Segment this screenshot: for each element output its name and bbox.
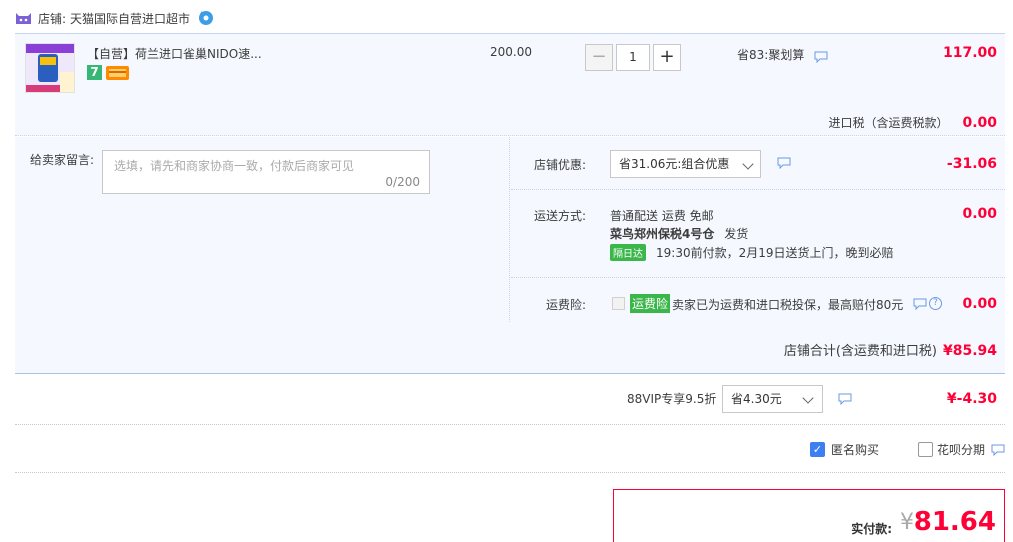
anonymous-option[interactable]: ✓ 匿名购买 bbox=[810, 441, 879, 458]
delivery-eta: 19:30前付款，2月19日送货上门，晚到必赔 bbox=[656, 246, 894, 260]
promotion-text: 省83:聚划算 bbox=[737, 48, 805, 62]
unit-price: 200.00 bbox=[490, 45, 532, 59]
shop-discount-value: -31.06 bbox=[946, 156, 997, 172]
huabei-label: 花呗分期 bbox=[937, 443, 986, 457]
insurance-checkbox bbox=[612, 297, 625, 310]
divider bbox=[511, 189, 1005, 190]
shipping-value: 0.00 bbox=[962, 206, 997, 222]
shop-total-row: 店铺合计(含运费和进口税) ¥85.94 bbox=[15, 322, 1005, 374]
shop-label: 店铺: bbox=[38, 11, 67, 26]
comment-icon[interactable] bbox=[913, 298, 927, 310]
warehouse-name: 菜鸟郑州保税4号仓 bbox=[610, 227, 715, 241]
quantity-input[interactable]: 1 bbox=[616, 44, 650, 71]
chevron-down-icon bbox=[802, 392, 814, 404]
order-options: 给卖家留言: 选填，请先和商家协商一致，付款后商家可见 0/200 店铺优惠: … bbox=[15, 137, 1005, 322]
payment-label: 实付款: bbox=[851, 522, 892, 536]
remark-placeholder: 选填，请先和商家协商一致，付款后商家可见 bbox=[114, 159, 355, 173]
insurance-value: 0.00 bbox=[962, 296, 997, 312]
payment-currency: ¥ bbox=[900, 510, 914, 535]
insurance-label: 运费险: bbox=[546, 298, 587, 312]
vip-discount-value: ¥-4.30 bbox=[946, 391, 997, 407]
wangwang-chat-icon[interactable] bbox=[198, 10, 214, 26]
shop-total: 店铺合计(含运费和进口税) ¥85.94 bbox=[784, 340, 997, 359]
divider bbox=[511, 277, 1005, 278]
shipping-warehouse-row: 菜鸟郑州保税4号仓 发货 bbox=[610, 225, 748, 242]
delivery-eta-row: 隔日达 19:30前付款，2月19日送货上门，晚到必赔 bbox=[610, 244, 894, 261]
next-day-badge: 隔日达 bbox=[610, 244, 646, 261]
order-item: 【自营】荷兰进口雀巢NIDO速... 7 200.00 − 1 + 省83:聚划… bbox=[15, 33, 1005, 136]
vip-selected: 省4.30元 bbox=[731, 392, 782, 406]
shop-total-label: 店铺合计(含运费和进口税) bbox=[783, 344, 937, 359]
comment-icon[interactable] bbox=[991, 444, 1005, 456]
remark-char-count: 0/200 bbox=[385, 175, 420, 189]
shipping-method: 普通配送 运费 免邮 bbox=[610, 209, 714, 223]
import-tax-row: 进口税（含运费税款） 0.00 bbox=[828, 114, 997, 131]
shop-discount-label: 店铺优惠: bbox=[534, 158, 587, 172]
increase-button[interactable]: + bbox=[653, 44, 681, 71]
comment-icon[interactable] bbox=[777, 157, 791, 169]
vip-discount-row: 88VIP专享9.5折 省4.30元 ¥-4.30 bbox=[15, 375, 1005, 425]
insurance-badge: 运费险 bbox=[630, 294, 671, 313]
decrease-button[interactable]: − bbox=[585, 44, 613, 71]
vip-label: 88VIP专享9.5折 bbox=[627, 392, 717, 406]
insurance-text: 卖家已为运费和进口税投保，最高赔付80元 bbox=[672, 298, 904, 312]
ship-word: 发货 bbox=[724, 227, 749, 241]
tmall-icon bbox=[16, 13, 31, 24]
seven-day-return-badge: 7 bbox=[87, 65, 102, 80]
import-tax-label: 进口税（含运费税款） bbox=[828, 116, 949, 130]
chevron-down-icon bbox=[742, 158, 754, 170]
product-thumbnail[interactable] bbox=[25, 43, 75, 93]
help-icon[interactable]: ? bbox=[929, 297, 942, 310]
quantity-stepper: − 1 + bbox=[585, 44, 681, 71]
shop-total-value: ¥85.94 bbox=[942, 343, 997, 359]
huabei-option[interactable]: 花呗分期 bbox=[918, 441, 1005, 458]
checkout-options: ✓ 匿名购买 花呗分期 bbox=[15, 426, 1005, 473]
remark-label: 给卖家留言: bbox=[30, 153, 95, 167]
item-promotion: 省83:聚划算 bbox=[737, 46, 828, 63]
product-title[interactable]: 【自营】荷兰进口雀巢NIDO速... bbox=[87, 45, 262, 62]
payment-amount: 81.64 bbox=[913, 507, 996, 537]
shop-discount-select[interactable]: 省31.06元:组合优惠 bbox=[610, 150, 761, 178]
anonymous-checkbox[interactable]: ✓ bbox=[810, 442, 825, 457]
item-total: 117.00 bbox=[942, 45, 997, 61]
credit-card-icon bbox=[106, 66, 129, 80]
import-tax-value: 0.00 bbox=[962, 115, 997, 131]
shop-name[interactable]: 天猫国际自营进口超市 bbox=[70, 10, 190, 27]
vip-discount-select[interactable]: 省4.30元 bbox=[722, 385, 823, 413]
huabei-checkbox[interactable] bbox=[918, 442, 933, 457]
shop-discount-selected: 省31.06元:组合优惠 bbox=[619, 157, 730, 171]
shipping-label: 运送方式: bbox=[534, 209, 587, 223]
comment-icon[interactable] bbox=[838, 393, 852, 405]
comment-icon[interactable] bbox=[814, 51, 828, 63]
remark-textarea[interactable]: 选填，请先和商家协商一致，付款后商家可见 0/200 bbox=[102, 150, 430, 194]
divider bbox=[509, 137, 510, 322]
payment-summary: 实付款: ¥ 81.64 bbox=[613, 489, 1005, 542]
anonymous-label: 匿名购买 bbox=[831, 443, 880, 457]
shop-header: 店铺: 天猫国际自营进口超市 bbox=[15, 8, 214, 28]
